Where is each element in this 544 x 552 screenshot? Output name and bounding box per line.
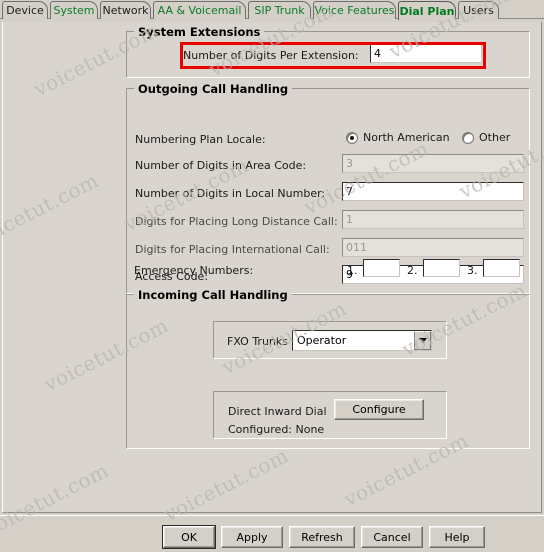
tab-dial-plan[interactable]: Dial Plan: [398, 1, 456, 20]
fxo-trunks-label: FXO Trunks: [227, 335, 288, 348]
incoming-call-handling-title: Incoming Call Handling: [134, 288, 292, 302]
cancel-button[interactable]: Cancel: [361, 526, 423, 548]
tab-aa-voicemail[interactable]: AA & Voicemail: [153, 1, 246, 19]
tab-sip-trunk[interactable]: SIP Trunk: [248, 1, 311, 19]
tab-device[interactable]: Device: [2, 1, 48, 19]
international-digits-input: 011: [342, 238, 524, 257]
tab-system[interactable]: System: [50, 1, 98, 19]
tab-users[interactable]: Users: [458, 1, 499, 19]
radio-label: Other: [479, 131, 511, 144]
direct-inward-dial-panel: Direct Inward Dial Configure Configured:…: [213, 391, 447, 439]
tab-label: Voice Features: [314, 4, 395, 17]
tab-label: Device: [6, 4, 44, 17]
tab-bar: Device System Network AA & Voicemail SIP…: [0, 0, 544, 22]
direct-inward-dial-status: Configured: None: [228, 423, 325, 436]
tab-label: Network: [102, 4, 149, 17]
tab-network[interactable]: Network: [100, 1, 151, 19]
digits-per-extension-label: Number of Digits Per Extension:: [183, 49, 359, 62]
emergency-number-2-index: 2.: [407, 264, 418, 277]
direct-inward-dial-label: Direct Inward Dial: [228, 405, 327, 418]
radio-indicator-icon: [346, 131, 358, 144]
help-button[interactable]: Help: [429, 526, 485, 548]
fxo-trunks-dropdown-button[interactable]: [414, 331, 431, 350]
tab-label: System: [53, 4, 95, 17]
tab-label: Users: [463, 4, 494, 17]
incoming-call-handling-group: Incoming Call Handling FXO Trunks Operat…: [126, 288, 530, 449]
tab-label: SIP Trunk: [254, 4, 305, 17]
digits-per-extension-input[interactable]: 4: [370, 44, 482, 63]
emergency-number-3-index: 3.: [467, 264, 478, 277]
radio-label: North American: [363, 131, 450, 144]
tab-label: AA & Voicemail: [157, 4, 242, 17]
fxo-trunks-select[interactable]: Operator: [292, 330, 432, 351]
radio-north-american[interactable]: North American: [346, 131, 450, 144]
outgoing-call-handling-title: Outgoing Call Handling: [134, 82, 293, 96]
chevron-down-icon: [418, 338, 427, 343]
fxo-trunks-selected-value: Operator: [297, 334, 347, 347]
radio-other[interactable]: Other: [462, 131, 510, 144]
dial-plan-panel: System Extensions Number of Digits Per E…: [2, 20, 542, 513]
international-digits-label: Digits for Placing International Call:: [135, 243, 330, 256]
tab-voice-features[interactable]: Voice Features: [313, 1, 396, 19]
long-distance-digits-input: 1: [342, 210, 524, 229]
ok-button[interactable]: OK: [163, 526, 215, 548]
emergency-number-3-input[interactable]: [483, 259, 520, 277]
emergency-number-1-index: 1.: [347, 264, 358, 277]
area-code-digits-label: Number of Digits in Area Code:: [135, 159, 307, 172]
local-number-digits-label: Number of Digits in Local Number:: [135, 187, 326, 200]
fxo-trunks-panel: FXO Trunks Operator: [213, 321, 447, 359]
apply-button[interactable]: Apply: [221, 526, 283, 548]
local-number-digits-input[interactable]: 7: [342, 182, 524, 201]
emergency-numbers-label: Emergency Numbers:: [134, 264, 254, 277]
long-distance-digits-label: Digits for Placing Long Distance Call:: [135, 215, 338, 228]
dialog-button-bar: OK Apply Refresh Cancel Help: [0, 515, 544, 552]
emergency-number-2-input[interactable]: [423, 259, 460, 277]
configure-button[interactable]: Configure: [334, 399, 424, 420]
radio-indicator-icon: [462, 131, 474, 144]
refresh-button[interactable]: Refresh: [289, 526, 355, 548]
numbering-plan-locale-label: Numbering Plan Locale:: [135, 133, 266, 146]
tab-label: Dial Plan: [399, 4, 455, 18]
area-code-digits-input: 3: [342, 154, 524, 173]
system-extensions-title: System Extensions: [134, 25, 265, 39]
application-window: Device System Network AA & Voicemail SIP…: [0, 0, 544, 552]
emergency-number-1-input[interactable]: [363, 259, 400, 277]
system-extensions-group: System Extensions Number of Digits Per E…: [126, 25, 530, 78]
